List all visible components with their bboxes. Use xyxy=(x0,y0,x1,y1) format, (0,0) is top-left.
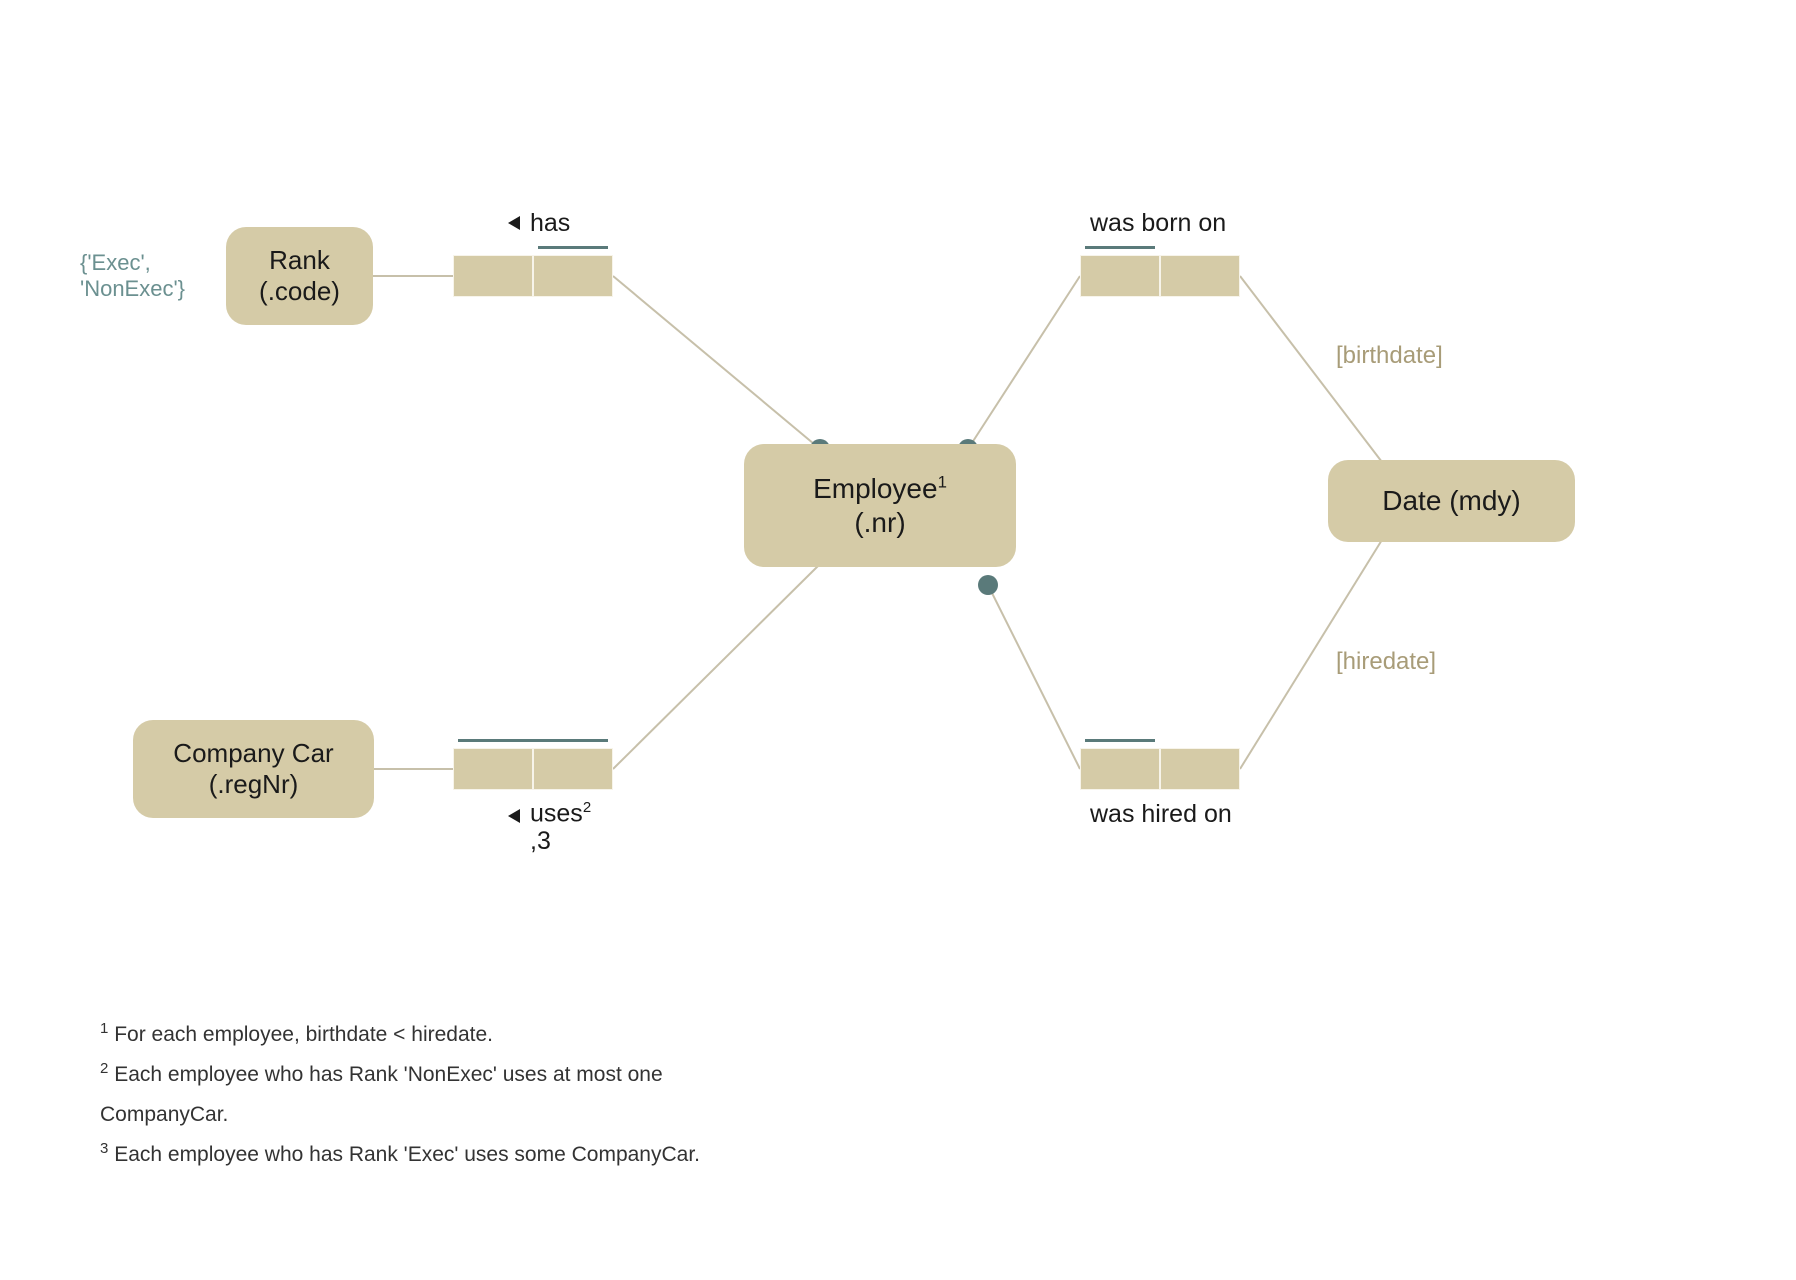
predicate-has-label: has xyxy=(530,209,570,238)
role-cell xyxy=(533,748,613,790)
predicate-wasbornon-label: was born on xyxy=(1090,209,1226,238)
footnote-3: 3 Each employee who has Rank 'Exec' uses… xyxy=(100,1135,760,1175)
uniqueness-bar-has xyxy=(538,246,608,249)
role-cell xyxy=(1160,748,1240,790)
predicate-wasbornon-roles xyxy=(1080,255,1240,297)
role-cell xyxy=(533,255,613,297)
predicate-washiredon-roles xyxy=(1080,748,1240,790)
diagram-canvas: Rank (.code) {'Exec', 'NonExec'} Company… xyxy=(0,0,1796,1280)
footnote-2: 2 Each employee who has Rank 'NonExec' u… xyxy=(100,1055,760,1135)
predicate-washiredon-label: was hired on xyxy=(1090,800,1232,829)
rolename-birthdate: [birthdate] xyxy=(1336,342,1443,370)
entity-companycar-name: Company Car xyxy=(173,738,333,769)
entity-employee: Employee1 (.nr) xyxy=(744,444,1016,567)
entity-date-name: Date (mdy) xyxy=(1382,484,1520,518)
reading-arrow-uses xyxy=(508,809,520,823)
uniqueness-bar-wasbornon xyxy=(1085,246,1155,249)
role-cell xyxy=(453,255,533,297)
reading-arrow-has xyxy=(508,216,520,230)
footnote-1: 1 For each employee, birthdate < hiredat… xyxy=(100,1015,760,1055)
predicate-has-roles xyxy=(453,255,613,297)
entity-companycar-ref: (.regNr) xyxy=(209,769,299,800)
uniqueness-bar-washiredon xyxy=(1085,739,1155,742)
entity-date: Date (mdy) xyxy=(1328,460,1575,542)
predicate-uses-roles xyxy=(453,748,613,790)
entity-employee-name: Employee1 xyxy=(813,472,947,506)
role-cell xyxy=(1080,748,1160,790)
role-cell xyxy=(1160,255,1240,297)
entity-employee-ref: (.nr) xyxy=(854,506,905,540)
role-cell xyxy=(453,748,533,790)
predicate-uses-label: uses2 ,3 xyxy=(530,800,591,855)
entity-rank: Rank (.code) xyxy=(226,227,373,325)
entity-rank-ref: (.code) xyxy=(259,276,340,307)
entity-companycar: Company Car (.regNr) xyxy=(133,720,374,818)
constraint-rank-values: {'Exec', 'NonExec'} xyxy=(80,250,185,302)
entity-rank-name: Rank xyxy=(269,245,330,276)
role-cell xyxy=(1080,255,1160,297)
uniqueness-bar-uses xyxy=(458,739,608,742)
footnotes: 1 For each employee, birthdate < hiredat… xyxy=(100,1015,760,1175)
rolename-hiredate: [hiredate] xyxy=(1336,648,1436,676)
